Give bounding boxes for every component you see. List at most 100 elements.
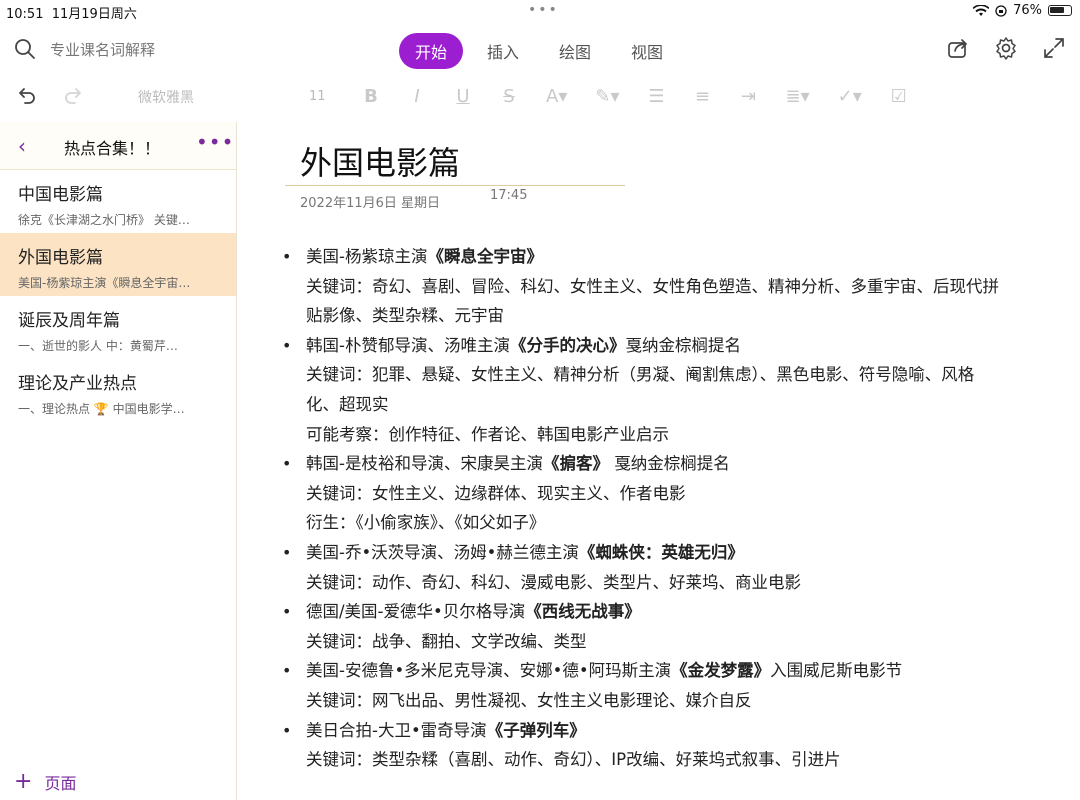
film-credit: 美国-乔•沃茨导演、汤姆•赫兰德主演 (306, 542, 579, 562)
film-title: 《子弹列车》 (486, 720, 586, 740)
film-heading: 美日合拍-大卫•雷奇导演《子弹列车》 (306, 716, 1062, 746)
film-heading: 韩国-朴赞郁导演、汤唯主演《分手的决心》戛纳金棕榈提名 (306, 331, 1062, 361)
note-bullet-item[interactable]: 韩国-是枝裕和导演、宋康昊主演《掮客》 戛纳金棕榈提名关键词：女性主义、边缘群体… (282, 449, 1062, 538)
ribbon-tabs: 开始 插入 绘图 视图 (399, 33, 679, 69)
back-chevron-icon[interactable]: ‹ (18, 134, 26, 158)
note-line: 关键词：动作、奇幻、科幻、漫威电影、类型片、好莱坞、商业电影 (306, 572, 801, 592)
note-date: 2022年11月6日 星期日 (300, 196, 441, 211)
note-bullet-item[interactable]: 韩国-朴赞郁导演、汤唯主演《分手的决心》戛纳金棕榈提名关键词：犯罪、悬疑、女性主… (282, 331, 1062, 449)
page-item[interactable]: 中国电影篇 徐克《长津湖之水门桥》 关键… (0, 170, 236, 233)
film-credit: 韩国-是枝裕和导演、宋康昊主演 (306, 454, 543, 474)
note-line: 关键词：网飞出品、男性凝视、女性主义电影理论、媒介自反 (306, 690, 752, 710)
film-title: 《分手的决心》 (509, 335, 626, 355)
film-title: 《瞬息全宇宙》 (427, 247, 543, 266)
section-header: ‹ 热点合集！！ ••• (0, 122, 236, 170)
battery-percent: 76% (1013, 3, 1042, 18)
strikethrough-icon[interactable]: S (500, 86, 518, 107)
add-page-label: 页面 (44, 773, 77, 793)
battery-icon (1048, 5, 1072, 16)
film-credit: 美日合拍-大卫•雷奇导演 (306, 720, 487, 740)
page-item[interactable]: 诞辰及周年篇 一、逝世的影人 中：黄蜀芹… (0, 296, 236, 359)
page-item-title: 诞辰及周年篇 (18, 311, 120, 331)
film-credit: 美国-杨紫琼主演 (306, 247, 428, 266)
undo-icon[interactable] (14, 84, 38, 108)
note-line: 化、超现实 (306, 394, 389, 414)
film-award: 戛纳金棕榈提名 (608, 454, 730, 474)
note-bullet-item[interactable]: 德国/美国-爱德华•贝尔格导演《西线无战事》关键词：战争、翻拍、文学改编、类型 (282, 597, 1062, 656)
note-line: 可能考察：创作特征、作者论、韩国电影产业启示 (306, 424, 669, 444)
bullet-list-icon[interactable]: ☰ (647, 86, 665, 107)
page-item-snippet: 美国-杨紫琼主演《瞬息全宇宙… (18, 276, 191, 290)
film-credit: 美国-安德鲁•多米尼克导演、安娜•德•阿玛斯主演 (306, 661, 672, 681)
page-item[interactable]: 理论及产业热点 一、理论热点 🏆 中国电影学… (0, 359, 236, 422)
title-divider (285, 185, 625, 186)
search-input[interactable]: 专业课名词解释 (50, 39, 155, 60)
tab-draw[interactable]: 绘图 (543, 33, 607, 69)
expand-icon[interactable] (1042, 36, 1066, 60)
plus-icon: + (14, 769, 33, 794)
film-heading: 美国-杨紫琼主演《瞬息全宇宙》 (306, 242, 1062, 272)
page-item-snippet: 一、逝世的影人 中：黄蜀芹… (18, 339, 178, 353)
font-size-select[interactable]: 11 (309, 89, 326, 104)
top-toolbar: 专业课名词解释 开始 插入 绘图 视图 (0, 28, 1080, 72)
note-line: 关键词：犯罪、悬疑、女性主义、精神分析（男凝、阉割焦虑）、黑色电影、符号隐喻、风… (306, 365, 975, 385)
note-bullet-list: 美国-杨紫琼主演《瞬息全宇宙》关键词：奇幻、喜剧、冒险、科幻、女性主义、女性角色… (282, 242, 1062, 775)
bold-icon[interactable]: B (362, 86, 380, 107)
orientation-lock-icon (995, 4, 1007, 17)
checkbox-icon[interactable]: ☑ (890, 86, 908, 107)
font-color-icon[interactable]: A▾ (546, 86, 567, 107)
align-icon[interactable]: ≣▾ (785, 86, 809, 107)
numbered-list-icon[interactable]: ≡ (693, 86, 711, 107)
note-bullet-item[interactable]: 美国-杨紫琼主演《瞬息全宇宙》关键词：奇幻、喜剧、冒险、科幻、女性主义、女性角色… (282, 242, 1062, 331)
film-title: 《西线无战事》 (525, 602, 641, 622)
indent-icon[interactable]: ⇥ (739, 86, 757, 107)
status-right: 76% (973, 3, 1072, 18)
font-family-select[interactable]: 微软雅黑 (138, 87, 194, 107)
page-item-title: 中国电影篇 (18, 185, 103, 205)
status-time: 10:51 11月19日周六 (6, 7, 137, 22)
film-award: 入围威尼斯电影节 (770, 661, 903, 681)
note-bullet-item[interactable]: 美国-安德鲁•多米尼克导演、安娜•德•阿玛斯主演《金发梦露》入围威尼斯电影节关键… (282, 656, 1062, 715)
wifi-icon (973, 4, 990, 16)
redo-icon[interactable] (62, 84, 86, 108)
multitasking-dots-icon[interactable]: ••• (528, 2, 559, 18)
film-title: 《掮客》 (542, 454, 609, 474)
film-title: 《蜘蛛侠：英雄无归》 (578, 542, 744, 562)
note-bullet-item[interactable]: 美国-乔•沃茨导演、汤姆•赫兰德主演《蜘蛛侠：英雄无归》关键词：动作、奇幻、科幻… (282, 538, 1062, 597)
note-line: 贴影像、类型杂糅、元宇宙 (306, 306, 504, 326)
note-canvas[interactable]: 外国电影篇 2022年11月6日 星期日 17:45 美国-杨紫琼主演《瞬息全宇… (238, 122, 1080, 800)
format-toolbar: 微软雅黑 11 B I U S A▾ ✎▾ ☰ ≡ ⇥ ≣▾ ✓▾ ☑ (0, 78, 1080, 116)
underline-icon[interactable]: U (454, 86, 472, 107)
tab-home[interactable]: 开始 (399, 33, 464, 69)
note-time: 17:45 (490, 188, 528, 203)
note-line: 衍生：《小偷家族》、《如父如子》 (306, 513, 546, 533)
page-item-selected[interactable]: 外国电影篇 美国-杨紫琼主演《瞬息全宇宙… (0, 233, 236, 296)
page-item-title: 外国电影篇 (18, 248, 103, 268)
note-line: 关键词：类型杂糅（喜剧、动作、奇幻）、IP改编、好莱坞式叙事、引进片 (306, 750, 841, 770)
film-heading: 美国-安德鲁•多米尼克导演、安娜•德•阿玛斯主演《金发梦露》入围威尼斯电影节 (306, 656, 1062, 686)
italic-icon[interactable]: I (408, 86, 426, 107)
page-item-snippet: 一、理论热点 🏆 中国电影学… (18, 402, 185, 416)
status-bar: 10:51 11月19日周六 ••• 76% (0, 0, 1080, 22)
film-credit: 德国/美国-爱德华•贝尔格导演 (306, 602, 526, 622)
tab-insert[interactable]: 插入 (471, 33, 535, 69)
gear-icon[interactable] (994, 36, 1018, 60)
more-options-icon[interactable]: ••• (196, 130, 234, 154)
tab-view[interactable]: 视图 (615, 33, 679, 69)
note-line: 关键词：女性主义、边缘群体、现实主义、作者电影 (306, 483, 686, 503)
highlight-icon[interactable]: ✎▾ (595, 86, 619, 107)
note-bullet-item[interactable]: 美日合拍-大卫•雷奇导演《子弹列车》关键词：类型杂糅（喜剧、动作、奇幻）、IP改… (282, 716, 1062, 775)
note-line: 关键词：战争、翻拍、文学改编、类型 (306, 631, 587, 651)
search-box[interactable]: 专业课名词解释 (14, 38, 155, 60)
page-sidebar: ‹ 热点合集！！ ••• 中国电影篇 徐克《长津湖之水门桥》 关键… 外国电影篇… (0, 122, 237, 800)
format-icons: B I U S A▾ ✎▾ ☰ ≡ ⇥ ≣▾ ✓▾ ☑ (362, 86, 908, 107)
page-item-title: 理论及产业热点 (18, 374, 137, 394)
note-line: 关键词：奇幻、喜剧、冒险、科幻、女性主义、女性角色塑造、精神分析、多重宇宙、后现… (306, 276, 999, 296)
search-icon[interactable] (14, 38, 36, 60)
page-item-snippet: 徐克《长津湖之水门桥》 关键… (18, 213, 190, 227)
share-icon[interactable] (946, 36, 970, 60)
tag-icon[interactable]: ✓▾ (838, 86, 862, 107)
film-credit: 韩国-朴赞郁导演、汤唯主演 (306, 335, 510, 355)
add-page-button[interactable]: + 页面 (14, 769, 76, 794)
page-title[interactable]: 外国电影篇 (300, 138, 460, 184)
